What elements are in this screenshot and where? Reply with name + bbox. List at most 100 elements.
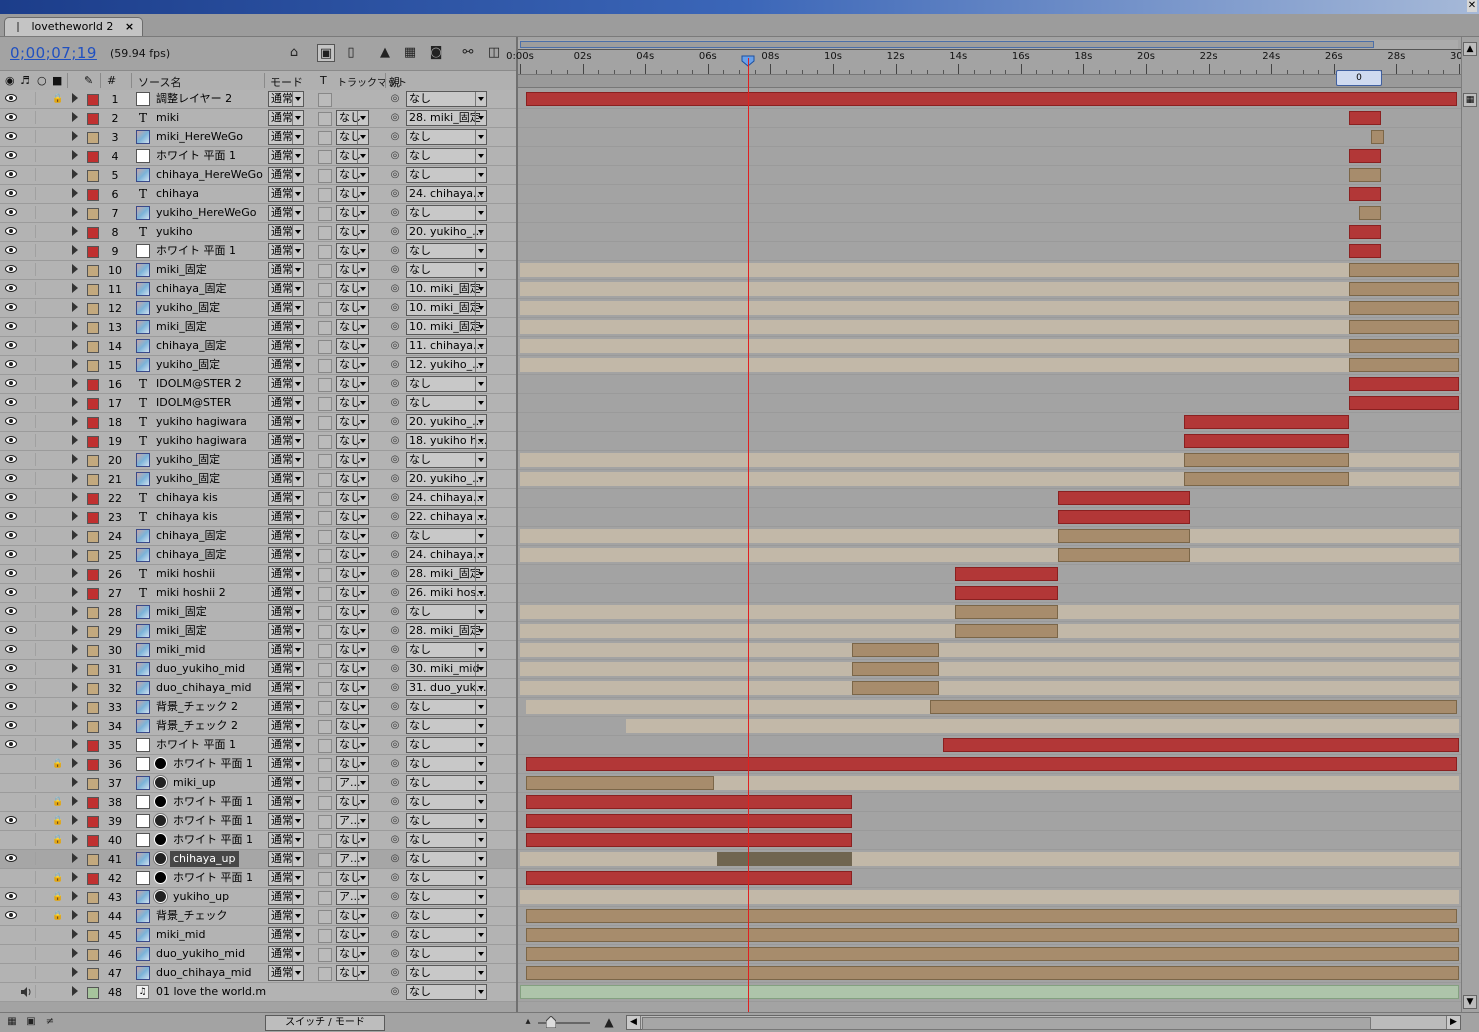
eye-icon[interactable]: [5, 170, 17, 178]
layer-duration-bar[interactable]: [851, 662, 940, 676]
layer-duration-bar[interactable]: [1058, 548, 1190, 562]
pickwhip-icon[interactable]: ◎: [389, 720, 401, 732]
layer-duration-bar[interactable]: [520, 472, 1184, 486]
layer-duration-bar[interactable]: [939, 643, 1459, 657]
layer-duration-bar[interactable]: [1058, 491, 1190, 505]
pickwhip-icon[interactable]: ◎: [389, 530, 401, 542]
preserve-transparency-checkbox[interactable]: [318, 796, 332, 810]
eye-icon[interactable]: [5, 550, 17, 558]
parent-dropdown[interactable]: なし: [406, 851, 487, 867]
parent-dropdown[interactable]: なし: [406, 205, 487, 221]
preserve-transparency-checkbox[interactable]: [318, 720, 332, 734]
layer-name[interactable]: miki_固定: [153, 319, 210, 335]
track-matte-dropdown[interactable]: なし: [336, 661, 369, 677]
track-matte-dropdown[interactable]: なし: [336, 186, 369, 202]
eye-icon[interactable]: [5, 322, 17, 330]
solo-toggle[interactable]: [35, 149, 48, 162]
pickwhip-icon[interactable]: ◎: [389, 511, 401, 523]
parent-dropdown[interactable]: なし: [406, 452, 487, 468]
pickwhip-icon[interactable]: ◎: [389, 663, 401, 675]
pickwhip-icon[interactable]: ◎: [389, 834, 401, 846]
layer-duration-bar[interactable]: [1058, 605, 1459, 619]
twirl-down-icon[interactable]: [72, 302, 78, 312]
layer-name[interactable]: miki hoshii: [153, 566, 218, 582]
parent-dropdown[interactable]: なし: [406, 528, 487, 544]
pickwhip-icon[interactable]: ◎: [389, 967, 401, 979]
track-matte-dropdown[interactable]: なし: [336, 300, 369, 316]
layer-name[interactable]: miki hoshii 2: [153, 585, 229, 601]
layer-row[interactable]: 13 miki_固定 通常 なし ◎ 10. miki_固定: [0, 318, 517, 337]
layer-row[interactable]: 🔒 43 yukiho_up 通常 ア... ◎ なし: [0, 888, 517, 907]
shy-icon[interactable]: ◫: [486, 44, 502, 60]
twirl-down-icon[interactable]: [72, 834, 78, 844]
layer-name[interactable]: miki: [153, 110, 182, 126]
label-color-swatch[interactable]: [87, 740, 99, 752]
track-matte-dropdown[interactable]: なし: [336, 281, 369, 297]
label-color-swatch[interactable]: [87, 854, 99, 866]
track-matte-dropdown[interactable]: なし: [336, 927, 369, 943]
layer-duration-bar[interactable]: [526, 947, 1459, 961]
label-color-swatch[interactable]: [87, 721, 99, 733]
lock-toggle-empty[interactable]: [52, 207, 62, 219]
label-color-swatch[interactable]: [87, 778, 99, 790]
lock-toggle-empty[interactable]: [52, 302, 62, 314]
lock-toggle-empty[interactable]: [52, 625, 62, 637]
layer-row[interactable]: 47 duo_chihaya_mid 通常 なし ◎ なし: [0, 964, 517, 983]
layer-row[interactable]: 24 chihaya_固定 通常 なし ◎ なし: [0, 527, 517, 546]
eye-icon[interactable]: [5, 683, 17, 691]
toggle-modes-icon[interactable]: ▣: [25, 1016, 37, 1028]
pickwhip-icon[interactable]: ◎: [389, 93, 401, 105]
twirl-down-icon[interactable]: [72, 359, 78, 369]
blend-mode-dropdown[interactable]: 通常: [268, 737, 304, 753]
current-time-line[interactable]: [748, 58, 750, 1013]
pickwhip-icon[interactable]: ◎: [389, 397, 401, 409]
track-matte-dropdown[interactable]: なし: [336, 395, 369, 411]
twirl-down-icon[interactable]: [72, 739, 78, 749]
layer-duration-bar[interactable]: [955, 605, 1059, 619]
scroll-left-button[interactable]: ◀: [627, 1016, 641, 1029]
lock-toggle-empty[interactable]: [52, 340, 62, 352]
lock-toggle-empty[interactable]: [52, 682, 62, 694]
twirl-down-icon[interactable]: [72, 587, 78, 597]
solo-toggle[interactable]: [35, 92, 48, 105]
layer-duration-bar[interactable]: [1058, 510, 1190, 524]
layer-row[interactable]: 15 yukiho_固定 通常 なし ◎ 12. yukiho_...: [0, 356, 517, 375]
layer-name[interactable]: ホワイト 平面 1: [170, 756, 256, 772]
solo-toggle[interactable]: [35, 947, 48, 960]
layer-name[interactable]: duo_chihaya_mid: [153, 680, 254, 696]
twirl-down-icon[interactable]: [72, 796, 78, 806]
lock-icon[interactable]: 🔒: [52, 834, 63, 846]
preserve-transparency-checkbox[interactable]: [318, 834, 332, 848]
layer-row[interactable]: 🔒 44 背景_チェック 通常 なし ◎ なし: [0, 907, 517, 926]
pickwhip-icon[interactable]: ◎: [389, 777, 401, 789]
scroll-right-button[interactable]: ▶: [1446, 1016, 1460, 1029]
graph-editor-icon[interactable]: ◙: [428, 44, 444, 60]
preserve-transparency-checkbox[interactable]: [318, 682, 332, 696]
horizontal-scroll-thumb[interactable]: [642, 1017, 1371, 1030]
layer-row[interactable]: 22 Tchihaya kis 通常 なし ◎ 24. chihaya...: [0, 489, 517, 508]
preserve-transparency-checkbox[interactable]: [318, 131, 332, 145]
blend-mode-dropdown[interactable]: 通常: [268, 661, 304, 677]
layer-row[interactable]: 🔒 39 ホワイト 平面 1 通常 ア... ◎ なし: [0, 812, 517, 831]
solo-toggle[interactable]: [35, 453, 48, 466]
layer-row[interactable]: 7 yukiho_HereWeGo 通常 なし ◎ なし: [0, 204, 517, 223]
twirl-down-icon[interactable]: [72, 644, 78, 654]
parent-dropdown[interactable]: なし: [406, 167, 487, 183]
preserve-transparency-checkbox[interactable]: [318, 378, 332, 392]
eye-icon[interactable]: [5, 512, 17, 520]
pickwhip-icon[interactable]: ◎: [389, 701, 401, 713]
parent-dropdown[interactable]: なし: [406, 813, 487, 829]
layer-name[interactable]: 01 love the world.m: [153, 984, 269, 1000]
twirl-down-icon[interactable]: [72, 948, 78, 958]
track-matte-dropdown[interactable]: なし: [336, 338, 369, 354]
layer-row[interactable]: 6 Tchihaya 通常 なし ◎ 24. chihaya...: [0, 185, 517, 204]
label-color-swatch[interactable]: [87, 664, 99, 676]
parent-dropdown[interactable]: なし: [406, 965, 487, 981]
layer-name[interactable]: chihaya: [153, 186, 202, 202]
parent-dropdown[interactable]: なし: [406, 699, 487, 715]
blend-mode-dropdown[interactable]: 通常: [268, 604, 304, 620]
twirl-down-icon[interactable]: [72, 340, 78, 350]
solo-toggle[interactable]: [35, 738, 48, 751]
preserve-transparency-checkbox[interactable]: [318, 644, 332, 658]
eye-icon[interactable]: [5, 664, 17, 672]
